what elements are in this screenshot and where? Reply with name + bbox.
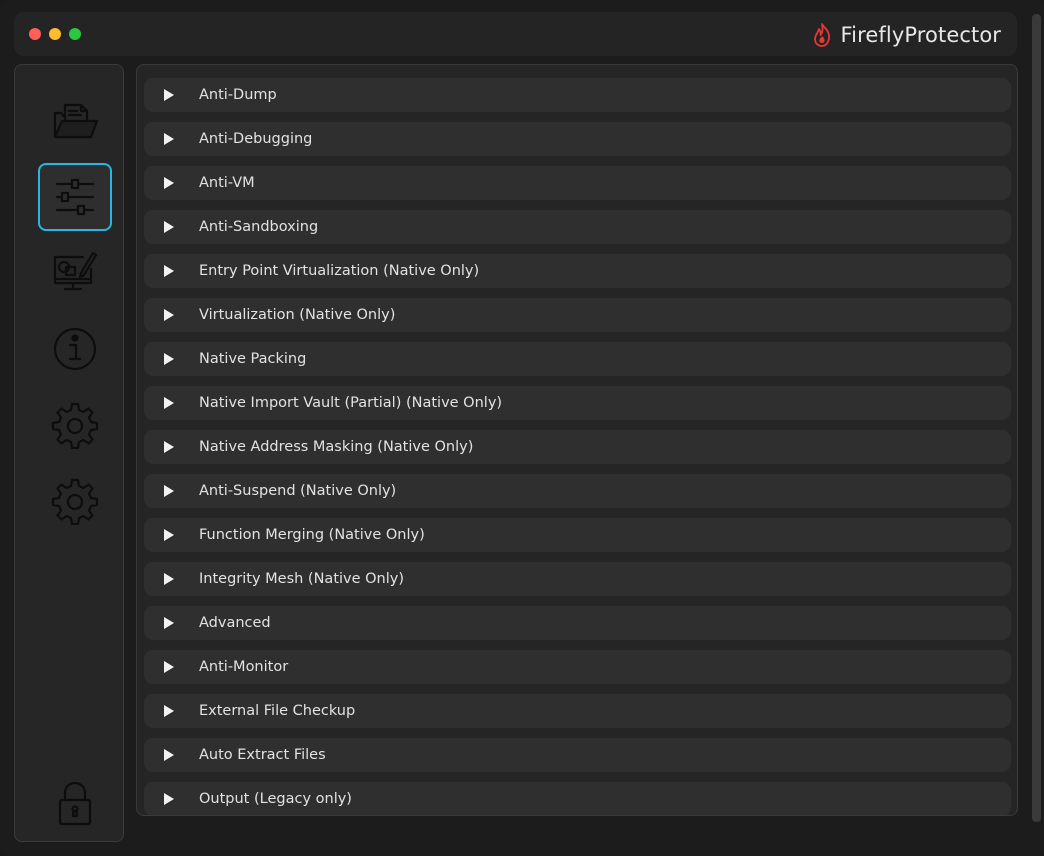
scrollbar[interactable] (1032, 14, 1041, 822)
section-row[interactable]: Anti-VM (144, 166, 1011, 200)
section-row[interactable]: Virtualization (Native Only) (144, 298, 1011, 332)
expand-arrow-icon[interactable] (164, 661, 174, 673)
expand-arrow-icon[interactable] (164, 617, 174, 629)
expand-arrow-icon[interactable] (164, 397, 174, 409)
section-list: Anti-Dump Anti-Debugging Anti-VM Anti-Sandb… (144, 78, 1011, 815)
expand-arrow-icon[interactable] (164, 177, 174, 189)
brand: FireflyProtector (811, 23, 1001, 47)
nav-design-button[interactable] (38, 239, 112, 307)
section-row[interactable]: Output (Legacy only) (144, 782, 1011, 815)
nav-info-button[interactable] (38, 315, 112, 383)
expand-arrow-icon[interactable] (164, 89, 174, 101)
section-label: Anti-Sandboxing (199, 219, 319, 235)
section-label: Anti-Monitor (199, 659, 289, 675)
section-row[interactable]: Integrity Mesh (Native Only) (144, 562, 1011, 596)
section-row[interactable]: External File Checkup (144, 694, 1011, 728)
app-window: FireflyProtector Anti-Dump Anti-Debuggin… (0, 0, 1044, 856)
expand-arrow-icon[interactable] (164, 265, 174, 277)
section-row[interactable]: Native Import Vault (Partial) (Native On… (144, 386, 1011, 420)
section-label: Entry Point Virtualization (Native Only) (199, 263, 480, 279)
title-bar: FireflyProtector (14, 12, 1017, 56)
expand-arrow-icon[interactable] (164, 793, 174, 805)
section-row[interactable]: Anti-Monitor (144, 650, 1011, 684)
expand-arrow-icon[interactable] (164, 529, 174, 541)
section-label: Anti-Dump (199, 87, 277, 103)
section-label: Advanced (199, 615, 271, 631)
section-row[interactable]: Anti-Suspend (Native Only) (144, 474, 1011, 508)
section-label: Native Address Masking (Native Only) (199, 439, 474, 455)
sidebar (14, 64, 124, 842)
gear-icon (51, 402, 99, 449)
expand-arrow-icon[interactable] (164, 441, 174, 453)
sliders-icon (55, 178, 95, 216)
section-label: Virtualization (Native Only) (199, 307, 396, 323)
nav-settings-button[interactable] (38, 391, 112, 459)
section-row[interactable]: Advanced (144, 606, 1011, 640)
section-row[interactable]: Function Merging (Native Only) (144, 518, 1011, 552)
expand-arrow-icon[interactable] (164, 353, 174, 365)
flame-logo-icon (813, 23, 830, 47)
section-row[interactable]: Native Address Masking (Native Only) (144, 430, 1011, 464)
info-icon (53, 327, 97, 371)
section-label: Integrity Mesh (Native Only) (199, 571, 405, 587)
minimize-window-button[interactable] (49, 28, 61, 40)
expand-arrow-icon[interactable] (164, 133, 174, 145)
gear-icon (51, 478, 99, 525)
nav-settings-2-button[interactable] (38, 467, 112, 535)
section-row[interactable]: Entry Point Virtualization (Native Only) (144, 254, 1011, 288)
section-label: Function Merging (Native Only) (199, 527, 425, 543)
expand-arrow-icon[interactable] (164, 485, 174, 497)
section-row[interactable]: Native Packing (144, 342, 1011, 376)
close-window-button[interactable] (29, 28, 41, 40)
section-row[interactable]: Anti-Dump (144, 78, 1011, 112)
monitor-pen-icon (53, 251, 98, 291)
nav-protections-button[interactable] (38, 163, 112, 231)
section-label: Auto Extract Files (199, 747, 326, 763)
section-row[interactable]: Anti-Debugging (144, 122, 1011, 156)
expand-arrow-icon[interactable] (164, 749, 174, 761)
nav-files-button[interactable] (38, 87, 112, 155)
section-row[interactable]: Auto Extract Files (144, 738, 1011, 772)
section-label: External File Checkup (199, 703, 356, 719)
protection-sections-panel: Anti-Dump Anti-Debugging Anti-VM Anti-Sandb… (136, 64, 1018, 816)
section-label: Native Packing (199, 351, 307, 367)
expand-arrow-icon[interactable] (164, 309, 174, 321)
maximize-window-button[interactable] (69, 28, 81, 40)
section-label: Anti-VM (199, 175, 255, 191)
lock-icon (58, 781, 92, 826)
section-label: Output (Legacy only) (199, 791, 352, 807)
section-row[interactable]: Anti-Sandboxing (144, 210, 1011, 244)
expand-arrow-icon[interactable] (164, 705, 174, 717)
folder-document-icon (53, 103, 99, 139)
lock-button[interactable] (38, 769, 112, 837)
section-label: Anti-Suspend (Native Only) (199, 483, 397, 499)
section-label: Anti-Debugging (199, 131, 313, 147)
expand-arrow-icon[interactable] (164, 573, 174, 585)
app-title: FireflyProtector (840, 23, 1001, 47)
section-label: Native Import Vault (Partial) (Native On… (199, 395, 503, 411)
expand-arrow-icon[interactable] (164, 221, 174, 233)
